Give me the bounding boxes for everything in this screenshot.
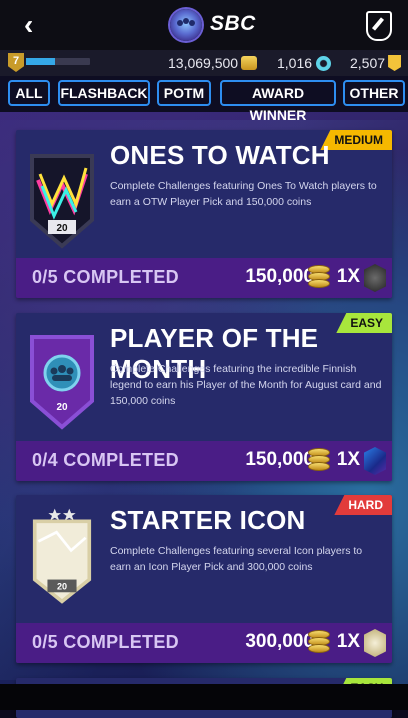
coin-reward: 150,000	[245, 266, 314, 287]
sbc-card-starter-icon[interactable]: HARD 20 STARTER ICON Complete Challenges…	[16, 495, 392, 663]
potm-badge-icon: 20	[30, 335, 94, 430]
xp-progress-bar	[26, 58, 90, 65]
coin-reward: 150,000	[245, 449, 314, 470]
status-bar: 7 13,069,500 1,016 2,507	[0, 50, 408, 76]
icon-pick-pack-icon	[364, 629, 386, 657]
difficulty-badge: MEDIUM	[320, 130, 392, 150]
tokens-icon	[388, 55, 402, 71]
card-title: ONES TO WATCH	[110, 140, 330, 170]
sbc-card-ones-to-watch[interactable]: MEDIUM 20 ONES TO WATCH Complete Challen…	[16, 130, 392, 298]
pack-count: 1X	[336, 266, 360, 287]
tab-flashback[interactable]: FLASHBACK	[58, 80, 150, 106]
card-description: Complete Challenges featuring several Ic…	[110, 545, 363, 573]
tab-all[interactable]: ALL	[8, 80, 50, 106]
card-title: STARTER ICON	[110, 505, 306, 535]
sbc-logo-icon	[170, 9, 202, 41]
coins-icon	[241, 56, 258, 70]
points-balance: 1,016	[277, 53, 332, 73]
tab-potm[interactable]: POTM	[157, 80, 211, 106]
badge-number: 20	[56, 402, 68, 413]
progress-text: 0/5 COMPLETED	[32, 632, 179, 652]
coin-stack-icon	[308, 630, 330, 654]
pack-count: 1X	[336, 449, 360, 470]
pack-count: 1X	[336, 631, 360, 652]
tab-award-winner[interactable]: AWARD WINNER	[220, 80, 336, 123]
coin-stack-icon	[308, 265, 330, 289]
card-footer: 0/5 COMPLETED 300,000 1X	[16, 623, 392, 663]
card-description: Complete Challenges featuring Ones To Wa…	[110, 180, 377, 208]
progress-text: 0/5 COMPLETED	[32, 267, 179, 287]
tab-other[interactable]: OTHER	[343, 80, 405, 106]
tokens-balance: 2,507	[350, 53, 402, 73]
card-footer: 0/5 COMPLETED 150,000 1X	[16, 258, 392, 298]
icon-badge-icon: 20	[32, 508, 92, 604]
hammer-shield-icon[interactable]	[366, 11, 392, 41]
back-arrow-icon[interactable]: ‹	[24, 11, 50, 39]
sbc-card-player-of-the-month[interactable]: EASY 20 PLAYER OF THE MONTH Complete Cha…	[16, 313, 392, 481]
player-pick-pack-icon	[364, 264, 386, 292]
coin-reward: 300,000	[245, 631, 314, 652]
potm-pack-icon	[364, 447, 386, 475]
points-icon	[316, 56, 332, 71]
badge-number: 20	[57, 582, 67, 592]
bottom-bar	[0, 684, 408, 710]
coin-stack-icon	[308, 448, 330, 472]
top-bar: ‹ SBC	[0, 0, 408, 50]
progress-text: 0/4 COMPLETED	[32, 450, 179, 470]
card-description: Complete Challenges featuring the incred…	[110, 363, 382, 407]
difficulty-badge: HARD	[334, 495, 392, 515]
card-footer: 0/4 COMPLETED 150,000 1X	[16, 441, 392, 481]
page-title: SBC	[210, 12, 256, 35]
badge-number: 20	[56, 223, 68, 234]
ones-to-watch-badge-icon: 20	[30, 154, 94, 249]
filter-tabs: ALL FLASHBACK POTM AWARD WINNER OTHER	[0, 76, 408, 123]
level-badge: 7	[8, 53, 24, 72]
coin-balance: 13,069,500	[168, 53, 258, 73]
